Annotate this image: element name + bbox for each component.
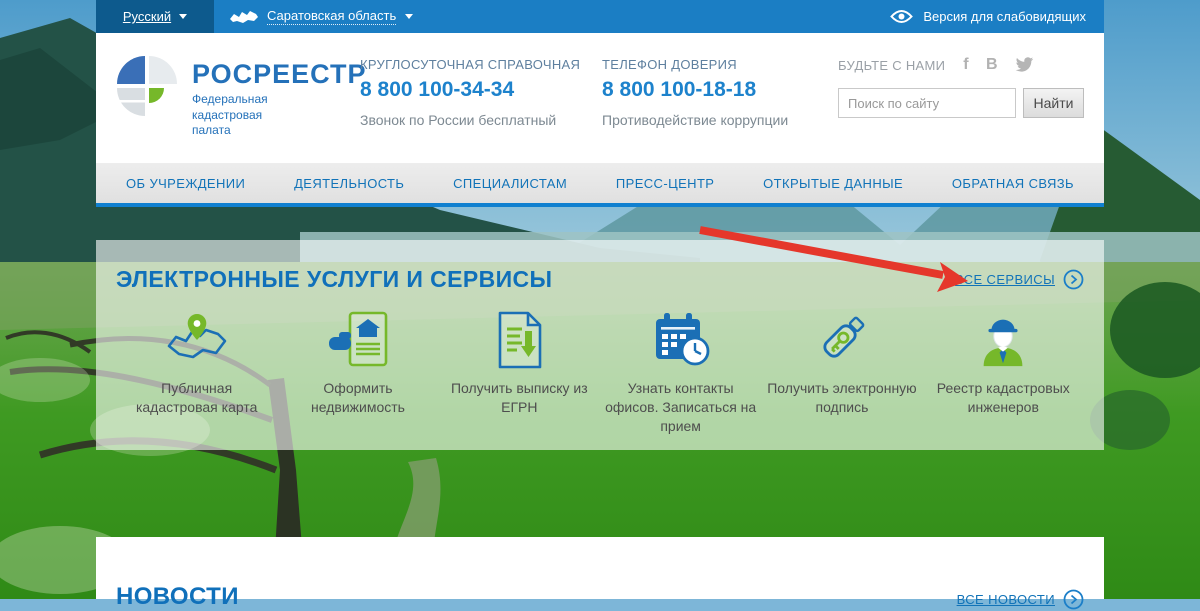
nav-item-open-data[interactable]: ОТКРЫТЫЕ ДАННЫЕ	[763, 176, 903, 191]
accessibility-version-button[interactable]: Версия для слабовидящих	[890, 0, 1104, 33]
engineer-icon	[983, 319, 1023, 367]
region-label[interactable]: Саратовская область	[267, 8, 397, 25]
logo-text-block: РОСРЕЕСТР Федеральная кадастровая палата	[192, 53, 367, 139]
logo-title: РОСРЕЕСТР	[192, 59, 367, 89]
site-header: РОСРЕЕСТР Федеральная кадастровая палата…	[96, 33, 1104, 163]
language-selector[interactable]: Русский	[96, 0, 214, 33]
search-button[interactable]: Найти	[1023, 88, 1084, 118]
region-selector[interactable]: Саратовская область	[230, 0, 414, 33]
circle-arrow-right-icon	[1063, 589, 1084, 610]
service-label[interactable]: Оформить недвижимость	[282, 379, 434, 417]
rosreestr-logo[interactable]: РОСРЕЕСТР Федеральная кадастровая палата	[114, 53, 367, 139]
page-container: Русский Саратовская область Версия для с…	[96, 0, 1104, 610]
circle-arrow-right-icon	[1063, 269, 1084, 290]
news-title: НОВОСТИ	[116, 583, 239, 610]
service-egrn-extract[interactable]: Получить выписку из ЕГРН	[439, 307, 600, 436]
service-label[interactable]: Получить электронную подпись	[766, 379, 918, 417]
usb-key-icon	[823, 316, 865, 358]
service-electronic-signature[interactable]: Получить электронную подпись	[761, 307, 922, 436]
nav-item-about[interactable]: ОБ УЧРЕЖДЕНИИ	[126, 176, 245, 191]
all-news-label[interactable]: ВСЕ НОВОСТИ	[957, 592, 1055, 607]
all-services-label[interactable]: ВСЕ СЕРВИСЫ	[955, 272, 1055, 287]
chevron-down-icon	[179, 14, 188, 19]
accessibility-label[interactable]: Версия для слабовидящих	[923, 9, 1086, 24]
trust-phone-label: ТЕЛЕФОН ДОВЕРИЯ	[602, 57, 737, 72]
nav-item-feedback[interactable]: ОБРАТНАЯ СВЯЗЬ	[952, 176, 1074, 191]
all-services-link[interactable]: ВСЕ СЕРВИСЫ	[955, 269, 1084, 290]
social-label: БУДЬТЕ С НАМИ	[838, 57, 946, 73]
main-navigation: ОБ УЧРЕЖДЕНИИ ДЕЯТЕЛЬНОСТЬ СПЕЦИАЛИСТАМ …	[96, 163, 1104, 207]
nav-item-activity[interactable]: ДЕЯТЕЛЬНОСТЬ	[294, 176, 404, 191]
trust-phone-number: 8 800 100-18-18	[602, 78, 757, 101]
all-news-link[interactable]: ВСЕ НОВОСТИ	[957, 589, 1084, 610]
hotline-label: КРУГЛОСУТОЧНАЯ СПРАВОЧНАЯ	[360, 57, 581, 72]
social-row: БУДЬТЕ С НАМИ f В	[838, 57, 1084, 73]
service-label[interactable]: Реестр кадастровых инженеров	[927, 379, 1079, 417]
service-public-cadastral-map[interactable]: Публичная кадастровая карта	[116, 307, 277, 436]
service-office-contacts-appointment[interactable]: Узнать контакты офисов. Записаться на пр…	[600, 307, 761, 436]
trust-phone-note[interactable]: Противодействие коррупции	[602, 112, 788, 128]
eye-icon	[890, 10, 914, 23]
twitter-icon[interactable]	[1015, 57, 1034, 73]
service-label[interactable]: Публичная кадастровая карта	[121, 379, 273, 417]
russia-map-icon	[230, 10, 258, 23]
hotline-block: КРУГЛОСУТОЧНАЯ СПРАВОЧНАЯ 8 800 100-34-3…	[360, 57, 580, 128]
service-cadastral-engineers-register[interactable]: Реестр кадастровых инженеров	[923, 307, 1084, 436]
social-icons: f В	[963, 57, 1034, 73]
chevron-down-icon	[405, 14, 414, 19]
e-services-panel: ЭЛЕКТРОННЫЕ УСЛУГИ И СЕРВИСЫ ВСЕ СЕРВИСЫ	[96, 240, 1104, 450]
trust-phone-block: ТЕЛЕФОН ДОВЕРИЯ 8 800 100-18-18 Противод…	[602, 57, 788, 128]
language-label[interactable]: Русский	[123, 9, 171, 24]
calendar-clock-icon	[655, 313, 710, 366]
services-title: ЭЛЕКТРОННЫЕ УСЛУГИ И СЕРВИСЫ	[116, 266, 553, 292]
facebook-icon[interactable]: f	[963, 57, 969, 73]
service-label[interactable]: Узнать контакты офисов. Записаться на пр…	[605, 379, 757, 436]
nav-item-specialists[interactable]: СПЕЦИАЛИСТАМ	[453, 176, 567, 191]
hotline-phone: 8 800 100-34-34	[360, 78, 515, 101]
services-header: ЭЛЕКТРОННЫЕ УСЛУГИ И СЕРВИСЫ ВСЕ СЕРВИСЫ	[116, 240, 1084, 293]
search-input[interactable]	[838, 88, 1016, 118]
news-section: НОВОСТИ ВСЕ НОВОСТИ	[96, 537, 1104, 610]
service-label[interactable]: Получить выписку из ЕГРН	[443, 379, 595, 417]
russia-map-pin-icon	[167, 314, 226, 359]
top-utility-bar: Русский Саратовская область Версия для с…	[96, 0, 1104, 33]
rosreestr-emblem-icon	[117, 56, 177, 116]
house-document-icon	[328, 311, 388, 367]
hotline-note: Звонок по России бесплатный	[360, 112, 557, 128]
nav-item-press-center[interactable]: ПРЕСС-ЦЕНТР	[616, 176, 714, 191]
vk-icon[interactable]: В	[986, 57, 998, 73]
document-download-icon	[499, 311, 542, 369]
service-register-property[interactable]: Оформить недвижимость	[277, 307, 438, 436]
site-search: Найти	[838, 88, 1084, 118]
services-row: Публичная кадастровая карта Оформить нед…	[116, 307, 1084, 436]
logo-subtitle: Федеральная кадастровая палата	[192, 92, 268, 138]
header-right-block: БУДЬТЕ С НАМИ f В Найти	[838, 57, 1084, 118]
